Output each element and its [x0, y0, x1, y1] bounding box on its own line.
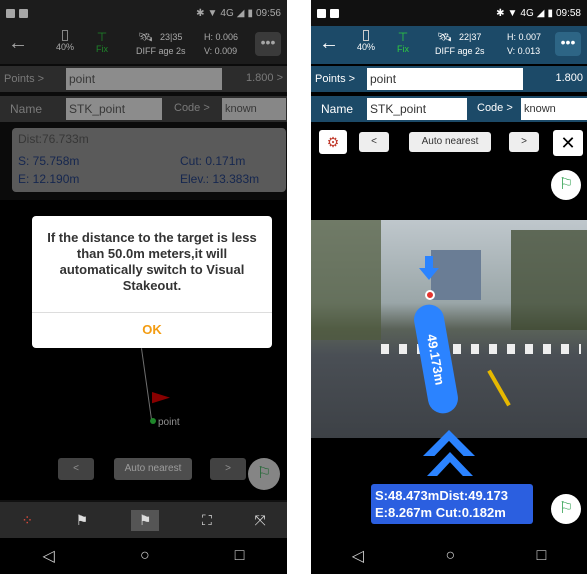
- top-toolbar: ← 40% ⊤ Fix 🛰 22|37 DIFF age 2s H: 0.007 …: [311, 26, 587, 64]
- nav-back-icon[interactable]: ◁: [352, 546, 364, 566]
- android-nav-bar: ◁ ○ □: [0, 538, 287, 574]
- lane-marking: [487, 369, 511, 407]
- dialog-divider: [32, 312, 272, 313]
- stake-fab-button[interactable]: ⚐: [551, 170, 581, 200]
- settings-button[interactable]: ⚙: [319, 130, 347, 154]
- building: [431, 250, 481, 300]
- right-phone-screen: ✱ ▼ 4G ◢ ▮ 09:58 ← 40% ⊤ Fix 🛰 22|37 DIFF…: [311, 0, 587, 574]
- trees-left: [311, 220, 381, 340]
- device-battery-icon: [363, 30, 369, 41]
- notification-icon: [330, 8, 339, 18]
- bottom-toolbar: ⁘ ⚑ ⚑ ⛶ ⤧: [0, 502, 287, 538]
- stake-fab-button[interactable]: ⚐: [551, 494, 581, 524]
- camera-view: 49.173m: [311, 220, 587, 438]
- auto-nearest-button[interactable]: Auto nearest: [409, 132, 491, 152]
- antenna-icon: ⊤: [397, 30, 409, 44]
- stakeout-info-box: S:48.473mDist:49.173 E:8.267m Cut:0.182m: [371, 484, 533, 524]
- points-label[interactable]: Points >: [311, 66, 355, 92]
- stake-icon: ⚐: [558, 500, 574, 517]
- prev-button[interactable]: <: [359, 132, 389, 152]
- status-right: ✱ ▼ 4G ◢ ▮ 09:58: [496, 8, 581, 19]
- crosswalk: [381, 344, 581, 354]
- network-label: 4G: [520, 7, 534, 19]
- nav-home-icon[interactable]: ○: [445, 547, 455, 565]
- battery-pct: 40%: [357, 42, 376, 52]
- name-field[interactable]: STK_point: [367, 98, 467, 120]
- satellite-icon: 🛰: [437, 30, 453, 44]
- battery-level: 40%: [357, 30, 375, 52]
- status-bar: ✱ ▼ 4G ◢ ▮ 09:58: [311, 0, 587, 26]
- code-label[interactable]: Code >: [477, 102, 513, 114]
- target-marker: [425, 290, 435, 300]
- gear-icon: ⚙: [326, 134, 340, 150]
- wifi-icon: ▼: [507, 7, 518, 19]
- back-arrow-icon[interactable]: ←: [319, 32, 339, 55]
- sat-count: 22|37: [459, 32, 482, 42]
- nav-recent-icon[interactable]: □: [537, 547, 547, 565]
- points-field[interactable]: point: [367, 68, 523, 90]
- collapse-icon[interactable]: ⤧: [254, 512, 265, 529]
- left-phone-screen: ✱ ▼ 4G ◢ ▮ 09:56 ← 40% ⊤ Fix 🛰 23|35 DIFF…: [0, 0, 287, 574]
- info-line-2: E:8.267m Cut:0.182m: [375, 505, 506, 520]
- ar-distance-text: 49.173m: [424, 332, 448, 386]
- close-button[interactable]: ✕: [553, 130, 583, 156]
- fix-label: Fix: [397, 44, 409, 54]
- diff-age: DIFF age 2s: [435, 46, 485, 56]
- zoom-extent-icon[interactable]: ⛶: [202, 512, 212, 529]
- stake-point-tool-icon[interactable]: ⚑: [76, 512, 89, 529]
- signal-icon: ◢: [536, 7, 545, 19]
- h-precision: H: 0.007: [507, 32, 542, 42]
- points-row: Points > point 1.800: [311, 66, 587, 92]
- code-field[interactable]: known: [521, 98, 587, 120]
- fix-status: ⊤ Fix: [397, 30, 409, 54]
- nav-back-icon[interactable]: ◁: [43, 546, 55, 566]
- next-button[interactable]: >: [509, 132, 539, 152]
- pole-height[interactable]: 1.800: [555, 72, 583, 84]
- v-precision: V: 0.013: [507, 46, 541, 56]
- battery-icon: ▮: [547, 7, 553, 19]
- android-nav-bar: ◁ ○ □: [311, 538, 587, 574]
- flag-tool-icon[interactable]: ⚑: [130, 509, 160, 531]
- points-tool-icon[interactable]: ⁘: [21, 512, 33, 529]
- ar-distance-pill: 49.173m: [411, 302, 461, 416]
- switch-dialog: If the distance to the target is less th…: [32, 216, 272, 348]
- info-line-1: S:48.473mDist:49.173: [375, 488, 508, 503]
- trees-right: [511, 230, 587, 330]
- more-menu-button[interactable]: •••: [555, 32, 581, 56]
- name-label: Name: [321, 102, 354, 116]
- nav-recent-icon[interactable]: □: [235, 547, 245, 565]
- notification-icon: [317, 8, 326, 18]
- stake-pole-icon: ⚐: [558, 176, 574, 193]
- bluetooth-icon: ✱: [496, 7, 505, 19]
- name-row: Name STK_point Code > known: [311, 96, 587, 122]
- dialog-message: If the distance to the target is less th…: [47, 230, 257, 293]
- ok-button[interactable]: OK: [32, 318, 272, 342]
- nav-home-icon[interactable]: ○: [140, 547, 150, 565]
- clock: 09:58: [555, 7, 581, 19]
